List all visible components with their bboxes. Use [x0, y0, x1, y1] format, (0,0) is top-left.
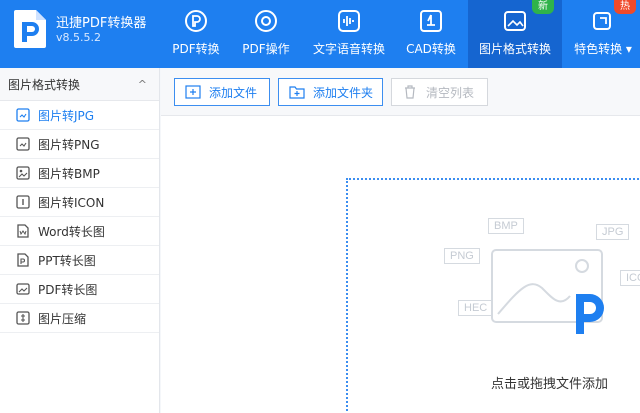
sidebar-item-label: 图片转ICON [38, 195, 105, 210]
add-file-label: 添加文件 [209, 85, 258, 100]
add-file-button[interactable]: 添加文件 [174, 78, 270, 106]
audio-wave-icon [338, 10, 360, 32]
jpg-file-icon [16, 108, 30, 122]
tab-label: 特色转换 ▾ [574, 42, 632, 56]
sidebar-item-image-to-icon[interactable]: 图片转ICON [0, 188, 159, 217]
app-version: v8.5.5.2 [56, 31, 101, 44]
add-file-icon [185, 85, 201, 99]
app-title: 迅捷PDF转换器 [56, 16, 147, 31]
new-badge: 新 [532, 0, 554, 14]
bmp-file-icon [16, 166, 30, 180]
sidebar-item-image-to-bmp[interactable]: 图片转BMP [0, 159, 159, 188]
hot-badge: 热 [614, 0, 636, 14]
sidebar-item-label: 图片转BMP [38, 166, 100, 181]
hec-format-tag: HEC [458, 300, 494, 316]
collapse-icon[interactable]: ^ [138, 78, 147, 91]
compress-icon [16, 311, 30, 325]
tab-label: 图片格式转换 [478, 42, 551, 56]
toolbar: 添加文件 添加文件夹 清空列表 [161, 68, 640, 116]
app-logo-icon [576, 294, 604, 334]
app-logo-icon [14, 10, 46, 48]
tab-label: PDF转换 [172, 42, 220, 56]
png-format-tag: PNG [444, 248, 480, 264]
tab-label: CAD转换 [406, 42, 456, 56]
drop-hint-text: 点击或拖拽文件添加 [491, 377, 609, 392]
top-bar: 迅捷PDF转换器 v8.5.5.2 PDF转换 PDF操作 文字语音转换 CAD… [0, 0, 640, 68]
tab-pdf-operation[interactable]: PDF操作 [232, 0, 300, 68]
trash-icon [405, 85, 415, 99]
sidebar-item-label: 图片压缩 [38, 311, 87, 326]
sidebar: 图片格式转换 ^ 图片转JPG 图片转PNG 图片转BMP 图片转ICON Wo… [0, 68, 160, 413]
add-folder-button[interactable]: 添加文件夹 [278, 78, 383, 106]
sidebar-header[interactable]: 图片格式转换 ^ [0, 68, 159, 101]
ppt-file-icon [17, 253, 29, 267]
tab-label: PDF操作 [242, 42, 290, 56]
pdf-convert-icon [185, 10, 207, 32]
jpg-format-tag: JPG [596, 224, 630, 240]
sidebar-item-label: PDF转长图 [38, 282, 98, 297]
word-file-icon [17, 224, 29, 238]
png-file-icon [16, 137, 30, 151]
main-panel: 添加文件 添加文件夹 清空列表 BMP JPG PNG ICO HEC 点击或拖… [161, 68, 640, 413]
add-folder-label: 添加文件夹 [313, 85, 374, 100]
clear-list-button[interactable]: 清空列表 [391, 78, 488, 106]
pdf-image-icon [16, 283, 30, 295]
tab-pdf-convert[interactable]: PDF转换 [162, 0, 230, 68]
sidebar-item-image-to-jpg[interactable]: 图片转JPG [0, 101, 159, 130]
sidebar-item-label: PPT转长图 [38, 253, 96, 268]
special-convert-icon [593, 12, 611, 30]
tab-text-speech[interactable]: 文字语音转换 [308, 0, 390, 68]
sidebar-item-label: 图片转PNG [38, 137, 100, 152]
cad-icon [420, 10, 442, 32]
sidebar-header-label: 图片格式转换 [8, 77, 81, 92]
gear-icon [255, 10, 277, 32]
tab-image-format-convert[interactable]: 图片格式转换 新 [468, 0, 562, 68]
clear-list-label: 清空列表 [426, 85, 475, 100]
tab-cad-convert[interactable]: CAD转换 [398, 0, 464, 68]
sidebar-item-image-compress[interactable]: 图片压缩 [0, 304, 159, 333]
add-folder-icon [289, 86, 305, 99]
sidebar-item-label: Word转长图 [38, 224, 105, 239]
sidebar-item-ppt-to-long-image[interactable]: PPT转长图 [0, 246, 159, 275]
tab-label: 文字语音转换 [312, 42, 385, 56]
sidebar-item-label: 图片转JPG [38, 108, 95, 123]
drop-zone[interactable]: BMP JPG PNG ICO HEC 点击或拖拽文件添加 [346, 178, 640, 413]
ico-format-tag: ICO [620, 270, 640, 286]
sidebar-item-pdf-to-long-image[interactable]: PDF转长图 [0, 275, 159, 304]
image-convert-icon [504, 11, 526, 31]
bmp-format-tag: BMP [488, 218, 524, 234]
sidebar-item-word-to-long-image[interactable]: Word转长图 [0, 217, 159, 246]
sidebar-item-image-to-png[interactable]: 图片转PNG [0, 130, 159, 159]
ico-file-icon [16, 195, 30, 209]
tab-special-convert[interactable]: 特色转换 ▾ 热 [566, 0, 640, 68]
